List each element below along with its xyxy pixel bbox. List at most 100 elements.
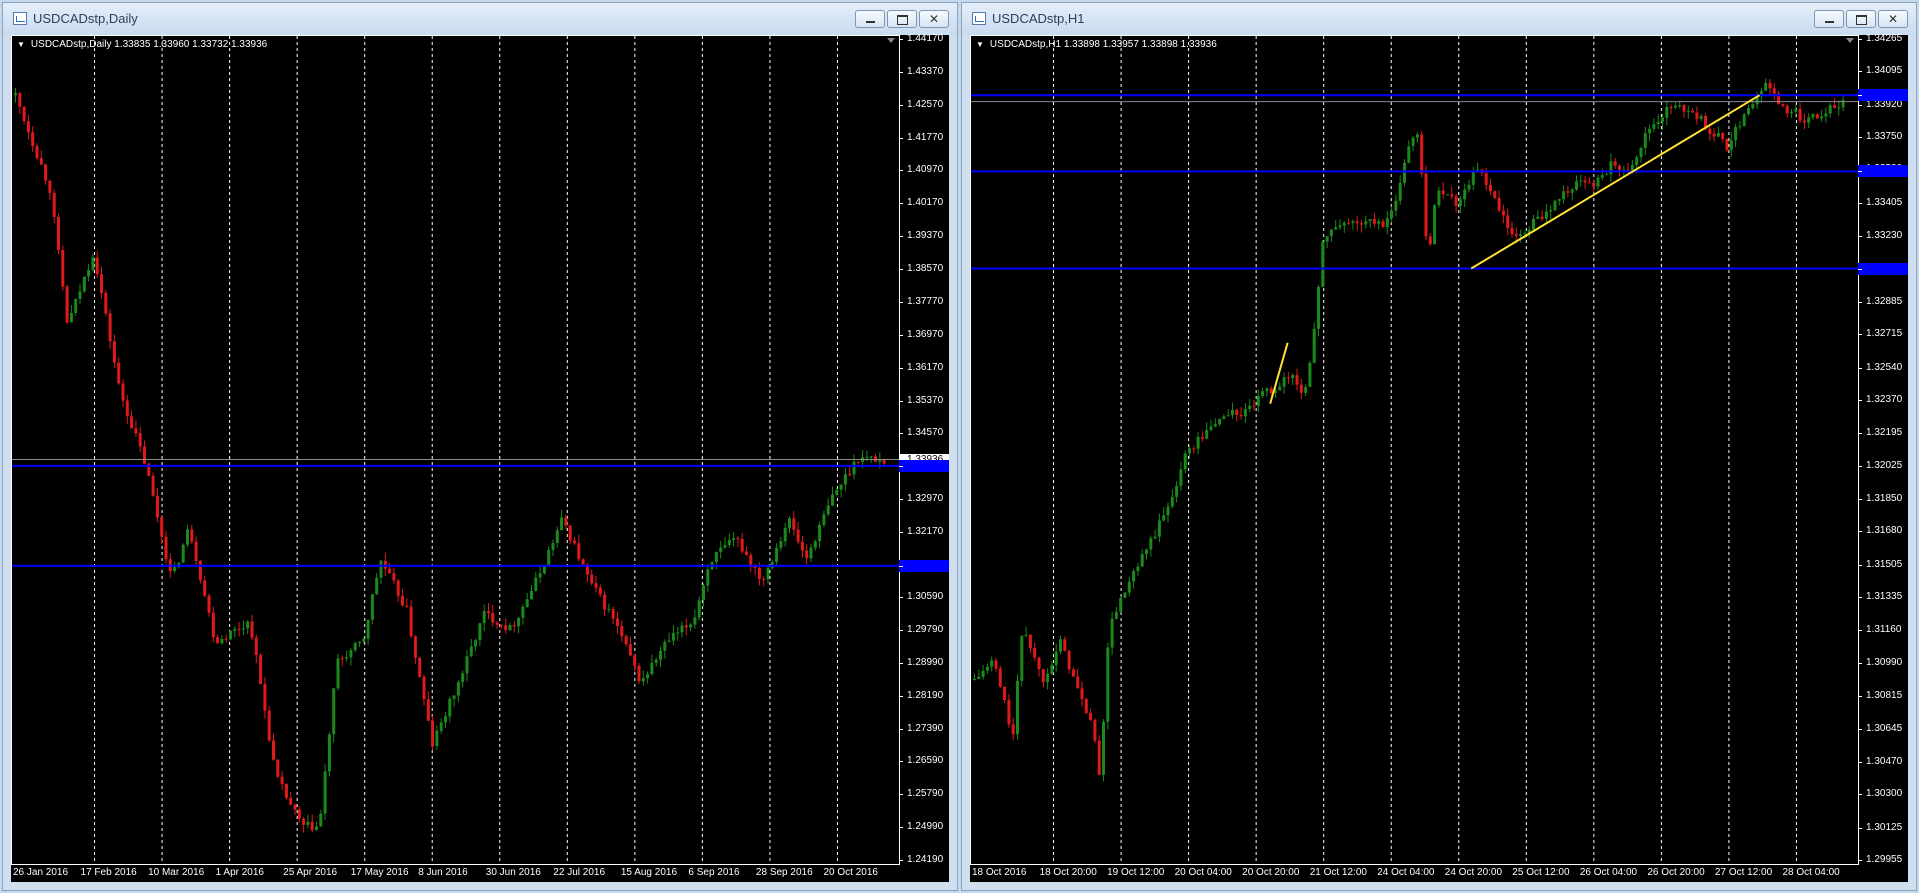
candle-body [1450, 194, 1454, 197]
close-button[interactable] [1878, 10, 1908, 28]
window-title: USDCADstp,Daily [33, 11, 138, 26]
price-tick-label: 1.38570 [899, 263, 949, 275]
candle-body [1157, 520, 1161, 537]
time-tick-label: 26 Oct 04:00 [1579, 867, 1638, 878]
price-tick-label: 1.30300 [1858, 788, 1908, 800]
price-tick-label: 1.33405 [1858, 197, 1908, 209]
candle-body [405, 605, 409, 607]
candle-body [1811, 114, 1815, 118]
candle-body [517, 617, 521, 627]
candle-body [1734, 126, 1738, 141]
candle-body [702, 585, 705, 601]
candle-body [1033, 647, 1037, 658]
candle-body [525, 599, 529, 607]
candle-body [1239, 415, 1243, 417]
price-tick-label: 1.31335 [1858, 591, 1908, 603]
symbol-ohlc-label: ▼ USDCADstp,H1 1.33898 1.33957 1.33898 1.… [976, 39, 1217, 50]
time-axis: 18 Oct 2016 18 Oct 20:00 19 Oct 12:00 20 Oc… [970, 864, 1858, 882]
candle-body [1351, 221, 1355, 224]
candle-body [1149, 538, 1153, 550]
restore-button[interactable] [1846, 10, 1876, 28]
candle-body [121, 383, 125, 401]
candle-body [1798, 109, 1802, 121]
candle-body [573, 540, 576, 544]
chart-canvas[interactable]: ▼ USDCADstp,H1 1.33898 1.33957 1.33898 1.… [970, 33, 1908, 882]
window-titlebar[interactable]: USDCADstp,H1 [962, 3, 1916, 35]
chart-canvas[interactable]: ▼ USDCADstp,Daily 1.33835 1.33960 1.33732… [11, 33, 949, 882]
candle-body [1540, 216, 1544, 219]
candle-body [1807, 117, 1811, 123]
candle-body [267, 710, 271, 741]
price-chart-svg[interactable] [11, 35, 949, 882]
candle-body [813, 541, 817, 548]
minimize-button[interactable] [1814, 10, 1844, 28]
price-tick-label: 1.33230 [1858, 230, 1908, 242]
candle-body [74, 298, 78, 313]
close-button[interactable] [919, 10, 949, 28]
candle-body [461, 673, 465, 683]
price-tick-label: 1.30590 [899, 591, 949, 603]
candle-body [551, 542, 555, 551]
candle-body [130, 416, 134, 429]
candle-body [512, 625, 516, 627]
candle-body [1200, 436, 1204, 439]
candle-body [641, 678, 645, 682]
candle-body [1514, 234, 1518, 236]
candle-body [69, 312, 73, 323]
candle-body [504, 625, 508, 631]
chart-shift-marker-icon [887, 38, 895, 43]
price-tick-label: 1.40170 [899, 197, 949, 209]
candle-body [1016, 680, 1019, 735]
candle-body [284, 784, 288, 799]
price-tick-label: 1.28190 [899, 690, 949, 702]
candle-body [327, 734, 331, 772]
candle-body [203, 580, 207, 596]
price-chart-svg[interactable] [970, 35, 1908, 882]
candle-body [112, 341, 116, 363]
candle-body [315, 826, 318, 831]
candle-body [1308, 362, 1312, 387]
time-tick-label: 21 Oct 12:00 [1309, 867, 1367, 878]
candle-body [1648, 128, 1652, 134]
chart-window-daily[interactable]: USDCADstp,Daily ▼USDCADstp,Daily 1.33835… [2, 2, 958, 891]
minimize-button[interactable] [855, 10, 885, 28]
candle-body [1394, 200, 1398, 211]
candle-body [676, 632, 680, 634]
candle-body [35, 146, 39, 159]
candle-body [1024, 634, 1028, 636]
candle-body [1136, 566, 1140, 572]
candle-body [1059, 639, 1062, 652]
candle-body [1243, 408, 1247, 417]
candle-body [1764, 82, 1768, 91]
candle-body [293, 804, 297, 810]
candle-body [1325, 236, 1329, 242]
time-tick-label: 8 Jun 2016 [418, 867, 468, 878]
candle-body [1360, 223, 1363, 225]
time-tick-label: 28 Sep 2016 [755, 867, 813, 878]
restore-button[interactable] [887, 10, 917, 28]
candle-body [1738, 126, 1742, 128]
candle-body [61, 250, 65, 287]
candle-body [568, 525, 572, 541]
candle-body [280, 776, 284, 785]
window-titlebar[interactable]: USDCADstp,Daily [3, 3, 957, 35]
candle-body [1587, 182, 1591, 184]
candle-body [237, 628, 241, 630]
candle-body [1411, 137, 1415, 147]
chart-window-h1[interactable]: USDCADstp,H1 ▼USDCADstp,H1 1.33898 1.339… [961, 2, 1917, 891]
candle-body [259, 655, 263, 685]
candle-body [396, 580, 400, 596]
candle-body [831, 494, 834, 506]
candle-body [1347, 222, 1351, 224]
candle-body [1742, 114, 1746, 127]
candle-body [323, 771, 327, 814]
price-tick-label: 1.32540 [1858, 362, 1908, 374]
candle-body [1420, 134, 1424, 174]
candle-body [289, 798, 293, 805]
candle-body [1084, 699, 1088, 713]
price-tick-label: 1.28990 [899, 657, 949, 669]
price-axis: 1.342651.340951.339201.337501.335801.334… [1858, 33, 1908, 882]
candle-body [581, 559, 585, 565]
candle-body [1192, 448, 1196, 450]
candle-body [1256, 395, 1260, 407]
